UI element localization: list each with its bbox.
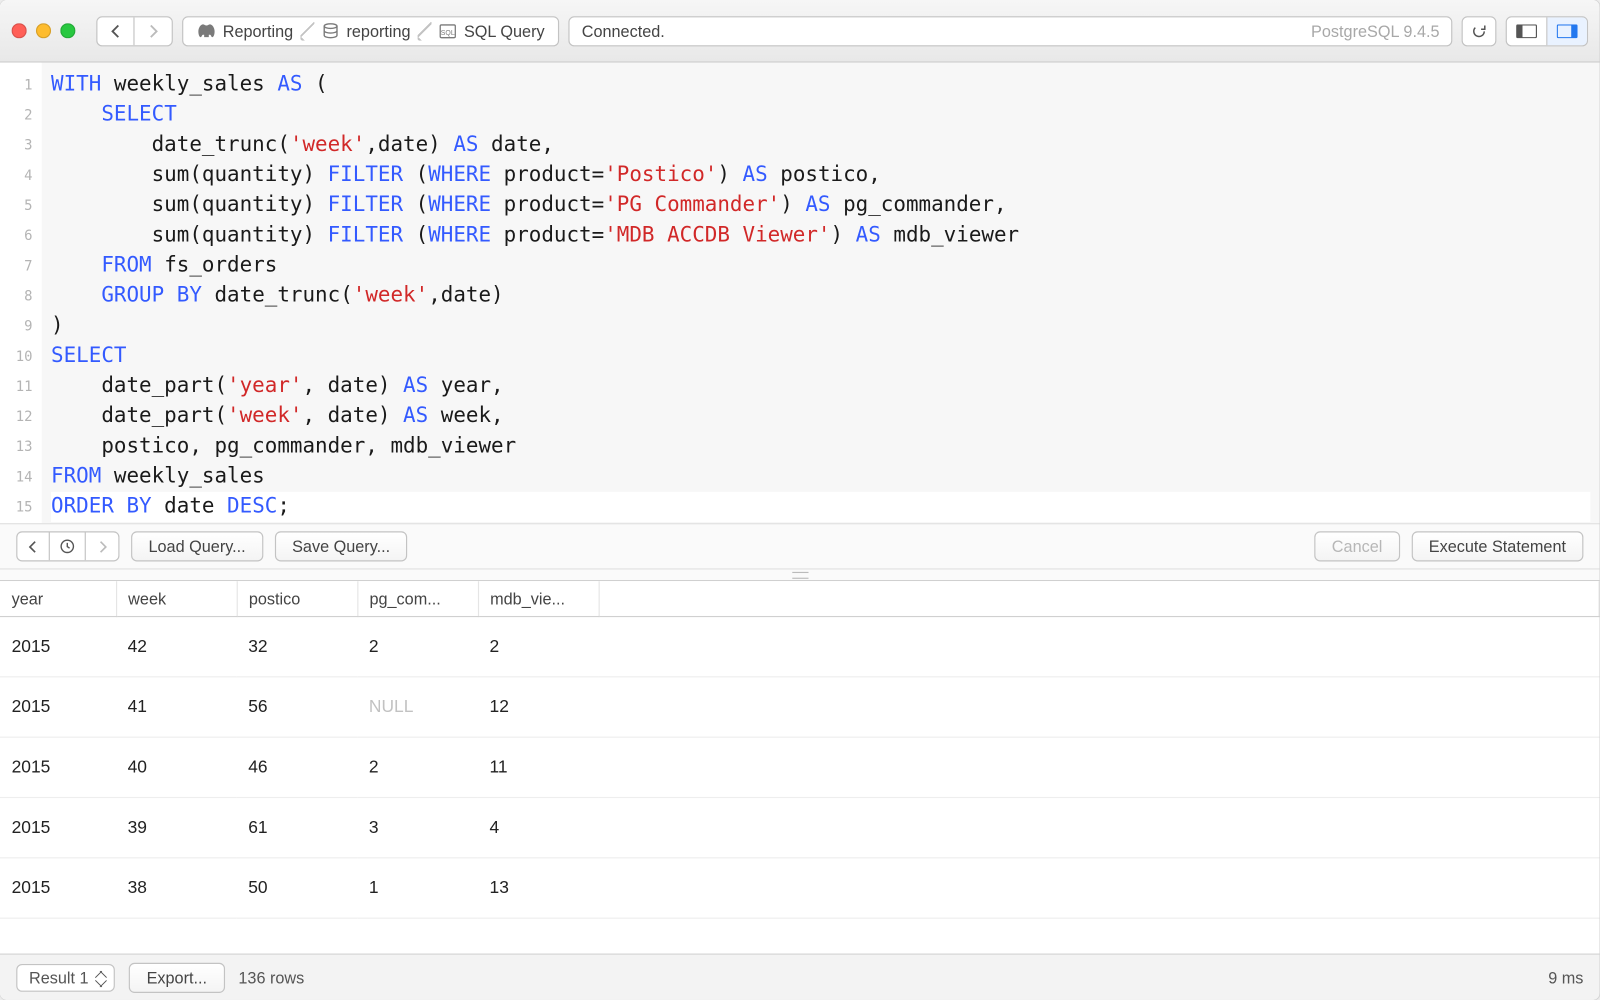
table-cell[interactable]: 4 xyxy=(478,797,599,857)
table-cell[interactable]: 38 xyxy=(116,857,237,917)
table-cell[interactable]: 39 xyxy=(116,797,237,857)
traffic-lights xyxy=(12,23,76,38)
database-icon xyxy=(321,21,340,40)
result-set-label: Result 1 xyxy=(29,968,89,987)
table-cell[interactable]: 50 xyxy=(237,857,358,917)
history-back-button[interactable] xyxy=(17,532,49,560)
chevron-right-icon xyxy=(147,24,159,38)
table-cell[interactable]: 2 xyxy=(357,737,478,797)
column-header[interactable]: pg_com... xyxy=(357,581,478,616)
results-table: yearweekposticopg_com...mdb_vie... 20154… xyxy=(0,581,1600,918)
panel-toggle xyxy=(1506,16,1588,46)
table-cell[interactable]: 13 xyxy=(478,857,599,917)
execute-statement-button[interactable]: Execute Statement xyxy=(1411,531,1583,561)
breadcrumb-label: SQL Query xyxy=(464,21,545,40)
reload-icon xyxy=(1471,23,1487,39)
minimize-window-button[interactable] xyxy=(36,23,51,38)
breadcrumb-sql-query[interactable]: SQL SQL Query xyxy=(425,21,559,40)
server-version: PostgreSQL 9.4.5 xyxy=(1311,21,1440,40)
table-cell[interactable]: 2 xyxy=(478,616,599,676)
sql-code-area[interactable]: WITH weekly_sales AS ( SELECT date_trunc… xyxy=(42,63,1600,524)
load-query-button[interactable]: Load Query... xyxy=(131,531,263,561)
clock-icon xyxy=(59,538,75,554)
zoom-window-button[interactable] xyxy=(60,23,75,38)
query-timing: 9 ms xyxy=(1548,968,1583,987)
table-cell[interactable]: 12 xyxy=(478,676,599,736)
export-button[interactable]: Export... xyxy=(129,962,224,992)
table-cell[interactable]: 3 xyxy=(357,797,478,857)
column-header[interactable]: mdb_vie... xyxy=(478,581,599,616)
close-window-button[interactable] xyxy=(12,23,27,38)
results-pane: yearweekposticopg_com...mdb_vie... 20154… xyxy=(0,581,1600,953)
reload-button[interactable] xyxy=(1462,16,1497,46)
row-count: 136 rows xyxy=(238,968,304,987)
window-toolbar: Reporting reporting SQL SQL Query Connec… xyxy=(0,0,1600,63)
table-cell[interactable]: 2015 xyxy=(0,676,116,736)
bottom-bar: Result 1 Export... 136 rows 9 ms xyxy=(0,954,1600,1000)
table-cell[interactable]: 41 xyxy=(116,676,237,736)
table-row[interactable]: 2015396134 xyxy=(0,797,1599,857)
right-panel-toggle[interactable] xyxy=(1547,17,1586,45)
back-button[interactable] xyxy=(97,17,134,45)
chevron-right-icon xyxy=(97,540,107,553)
save-query-button[interactable]: Save Query... xyxy=(275,531,408,561)
table-cell[interactable]: 61 xyxy=(237,797,358,857)
table-cell[interactable]: 2015 xyxy=(0,737,116,797)
table-cell[interactable]: NULL xyxy=(357,676,478,736)
splitter-handle[interactable] xyxy=(0,570,1600,582)
column-header[interactable]: year xyxy=(0,581,116,616)
table-row[interactable]: 20153850113 xyxy=(0,857,1599,917)
chevron-left-icon xyxy=(110,24,122,38)
nav-back-forward xyxy=(96,16,173,46)
table-row[interactable]: 20154156NULL12 xyxy=(0,676,1599,736)
history-forward-button[interactable] xyxy=(86,532,118,560)
breadcrumb-label: Reporting xyxy=(223,21,293,40)
history-button[interactable] xyxy=(50,532,86,560)
table-cell[interactable]: 2015 xyxy=(0,616,116,676)
breadcrumb-connection[interactable]: Reporting xyxy=(183,21,307,40)
table-cell[interactable]: 56 xyxy=(237,676,358,736)
elephant-icon xyxy=(197,21,216,40)
sql-icon: SQL xyxy=(438,21,457,40)
table-cell[interactable]: 2015 xyxy=(0,857,116,917)
query-toolbar: Load Query... Save Query... Cancel Execu… xyxy=(0,523,1600,569)
result-set-select[interactable]: Result 1 xyxy=(16,963,115,991)
connection-status-field[interactable]: Connected. PostgreSQL 9.4.5 xyxy=(569,16,1452,46)
line-gutter: 123456789101112131415 xyxy=(0,63,42,524)
forward-button[interactable] xyxy=(135,17,172,45)
sidebar-right-icon xyxy=(1557,24,1578,38)
table-row[interactable]: 20154046211 xyxy=(0,737,1599,797)
left-panel-toggle[interactable] xyxy=(1507,17,1548,45)
column-header[interactable]: week xyxy=(116,581,237,616)
table-row[interactable]: 2015423222 xyxy=(0,616,1599,676)
table-cell[interactable]: 46 xyxy=(237,737,358,797)
query-history-nav xyxy=(16,531,119,561)
table-cell[interactable]: 2015 xyxy=(0,797,116,857)
sql-editor[interactable]: 123456789101112131415 WITH weekly_sales … xyxy=(0,63,1600,524)
chevron-left-icon xyxy=(28,540,38,553)
table-cell[interactable]: 32 xyxy=(237,616,358,676)
table-cell[interactable]: 42 xyxy=(116,616,237,676)
sidebar-left-icon xyxy=(1516,24,1537,38)
table-cell[interactable]: 2 xyxy=(357,616,478,676)
svg-text:SQL: SQL xyxy=(441,29,455,36)
table-cell[interactable]: 11 xyxy=(478,737,599,797)
cancel-button[interactable]: Cancel xyxy=(1314,531,1399,561)
breadcrumb: Reporting reporting SQL SQL Query xyxy=(182,16,560,46)
breadcrumb-database[interactable]: reporting xyxy=(307,21,424,40)
column-header[interactable]: postico xyxy=(237,581,358,616)
breadcrumb-label: reporting xyxy=(346,21,410,40)
table-cell[interactable]: 1 xyxy=(357,857,478,917)
status-text: Connected. xyxy=(582,21,665,40)
table-cell[interactable]: 40 xyxy=(116,737,237,797)
